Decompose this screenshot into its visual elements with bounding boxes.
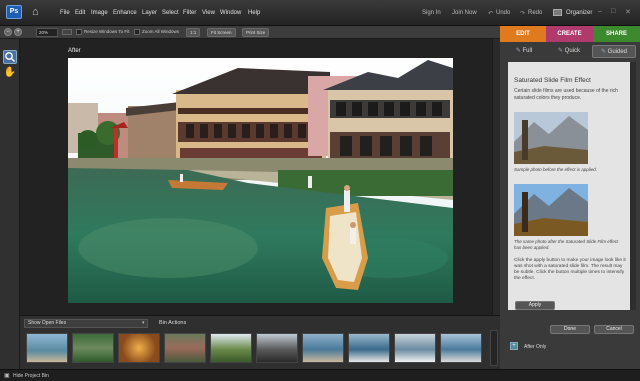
document-photo[interactable] — [68, 58, 453, 303]
effect-intro: Certain slide films are used because of … — [514, 88, 618, 101]
guided-content: Saturated Slide Film Effect Certain slid… — [508, 62, 632, 310]
cancel-button[interactable]: Cancel — [594, 325, 634, 334]
one-to-one-button[interactable]: 1:1 — [186, 28, 201, 37]
bin-thumbnail[interactable] — [302, 333, 344, 363]
mode-full-label: Full — [522, 48, 533, 54]
canvas-scrollbar[interactable] — [492, 39, 500, 315]
menu-view[interactable]: View — [202, 10, 215, 16]
hide-project-bin-button[interactable]: Hide Project Bin — [13, 373, 49, 379]
menu-layer[interactable]: Layer — [142, 10, 157, 16]
bin-thumbnail[interactable] — [394, 333, 436, 363]
project-bin: Show Open Files ▾ Bin Actions — [20, 315, 500, 370]
organizer-icon[interactable] — [553, 9, 562, 16]
mode-full[interactable]: ✎ Full — [504, 45, 544, 58]
show-open-files-dropdown[interactable]: Show Open Files — [24, 319, 148, 328]
effect-instructions: Click the apply button to make your imag… — [514, 258, 626, 281]
tab-create[interactable]: CREATE — [546, 26, 593, 42]
organizer-button[interactable]: Organizer — [566, 10, 592, 16]
zoom-out-icon[interactable]: − — [4, 28, 12, 36]
menu-image[interactable]: Image — [91, 10, 108, 16]
tab-edit[interactable]: EDIT — [500, 26, 546, 42]
join-now-link[interactable]: Join Now — [452, 10, 477, 16]
bin-actions-menu[interactable]: Bin Actions — [159, 320, 186, 326]
bin-thumbnail[interactable] — [26, 333, 68, 363]
mode-guided-label: Guided — [607, 49, 628, 55]
menu-window[interactable]: Window — [220, 10, 241, 16]
after-only-label[interactable]: After Only — [524, 344, 546, 350]
zoom-slider[interactable] — [62, 29, 72, 35]
panel-scrollbar[interactable] — [630, 62, 636, 310]
status-bar: ▣ Hide Project Bin — [0, 369, 640, 381]
mode-guided[interactable]: ✎ Guided — [592, 45, 636, 58]
mode-quick-label: Quick — [564, 48, 581, 54]
sign-in-link[interactable]: Sign In — [422, 10, 441, 16]
hand-tool-icon[interactable]: ✋ — [3, 66, 17, 80]
chevron-down-icon: ▾ — [142, 320, 145, 326]
minimize-icon[interactable]: – — [598, 8, 602, 15]
effect-title: Saturated Slide Film Effect — [514, 77, 591, 84]
done-button[interactable]: Done — [550, 325, 590, 334]
menu-select[interactable]: Select — [162, 10, 179, 16]
menu-enhance[interactable]: Enhance — [113, 10, 137, 16]
menu-file[interactable]: File — [60, 10, 70, 16]
zoom-in-icon[interactable]: + — [14, 28, 22, 36]
bin-thumbnail[interactable] — [348, 333, 390, 363]
redo-button[interactable]: Redo — [528, 10, 542, 16]
menu-bar: Ps ⌂ File Edit Image Enhance Layer Selec… — [0, 0, 640, 26]
mode-quick[interactable]: ✎ Quick — [548, 45, 590, 58]
toolbox: ✋ — [0, 39, 20, 369]
apply-button[interactable]: Apply — [515, 301, 555, 310]
menu-filter[interactable]: Filter — [183, 10, 196, 16]
zoom-all-windows-label: Zoom All Windows — [142, 29, 180, 34]
zoom-level-field[interactable]: 20% — [36, 28, 58, 37]
bin-thumbnail[interactable] — [118, 333, 160, 363]
zoom-all-windows-checkbox[interactable] — [134, 29, 140, 35]
bin-thumbnail[interactable] — [256, 333, 298, 363]
hide-bin-icon[interactable]: ▣ — [4, 372, 10, 379]
bin-thumbnail[interactable] — [72, 333, 114, 363]
menu-help[interactable]: Help — [248, 10, 260, 16]
print-size-button[interactable]: Print Size — [242, 28, 270, 37]
tab-share[interactable]: SHARE — [593, 26, 640, 42]
full-mode-icon: ✎ — [515, 48, 521, 54]
zoom-tool-icon[interactable] — [3, 50, 17, 64]
before-caption: Sample photo before the effect is applie… — [514, 167, 598, 172]
fit-screen-button[interactable]: Fit Screen — [207, 28, 236, 37]
maximize-icon[interactable]: □ — [611, 8, 615, 15]
after-caption: The same photo after the Saturated Slide… — [514, 239, 619, 250]
bin-thumbnail[interactable] — [440, 333, 482, 363]
workspace-tabs: EDIT CREATE SHARE — [500, 26, 640, 42]
after-caption: After — [68, 48, 81, 54]
quick-mode-icon: ✎ — [557, 48, 563, 54]
before-sample-image — [514, 112, 588, 164]
close-icon[interactable]: ✕ — [625, 8, 631, 16]
bin-scrollbar[interactable] — [490, 330, 498, 366]
menu-edit[interactable]: Edit — [75, 10, 85, 16]
bin-thumbnail[interactable] — [210, 333, 252, 363]
resize-windows-label: Resize Windows To Fit — [84, 29, 130, 34]
resize-windows-checkbox[interactable] — [76, 29, 82, 35]
redo-icon[interactable]: ↷ — [520, 10, 525, 17]
undo-icon[interactable]: ↶ — [488, 10, 493, 17]
tool-options-bar: − + 20% Resize Windows To Fit Zoom All W… — [0, 26, 500, 39]
view-mode-icon[interactable]: + — [510, 342, 518, 350]
app-logo: Ps — [6, 5, 22, 19]
guided-mode-icon: ✎ — [600, 49, 606, 55]
bin-thumbnail[interactable] — [164, 333, 206, 363]
home-icon[interactable]: ⌂ — [32, 6, 44, 18]
undo-button[interactable]: Undo — [496, 10, 510, 16]
after-sample-image — [514, 184, 588, 236]
